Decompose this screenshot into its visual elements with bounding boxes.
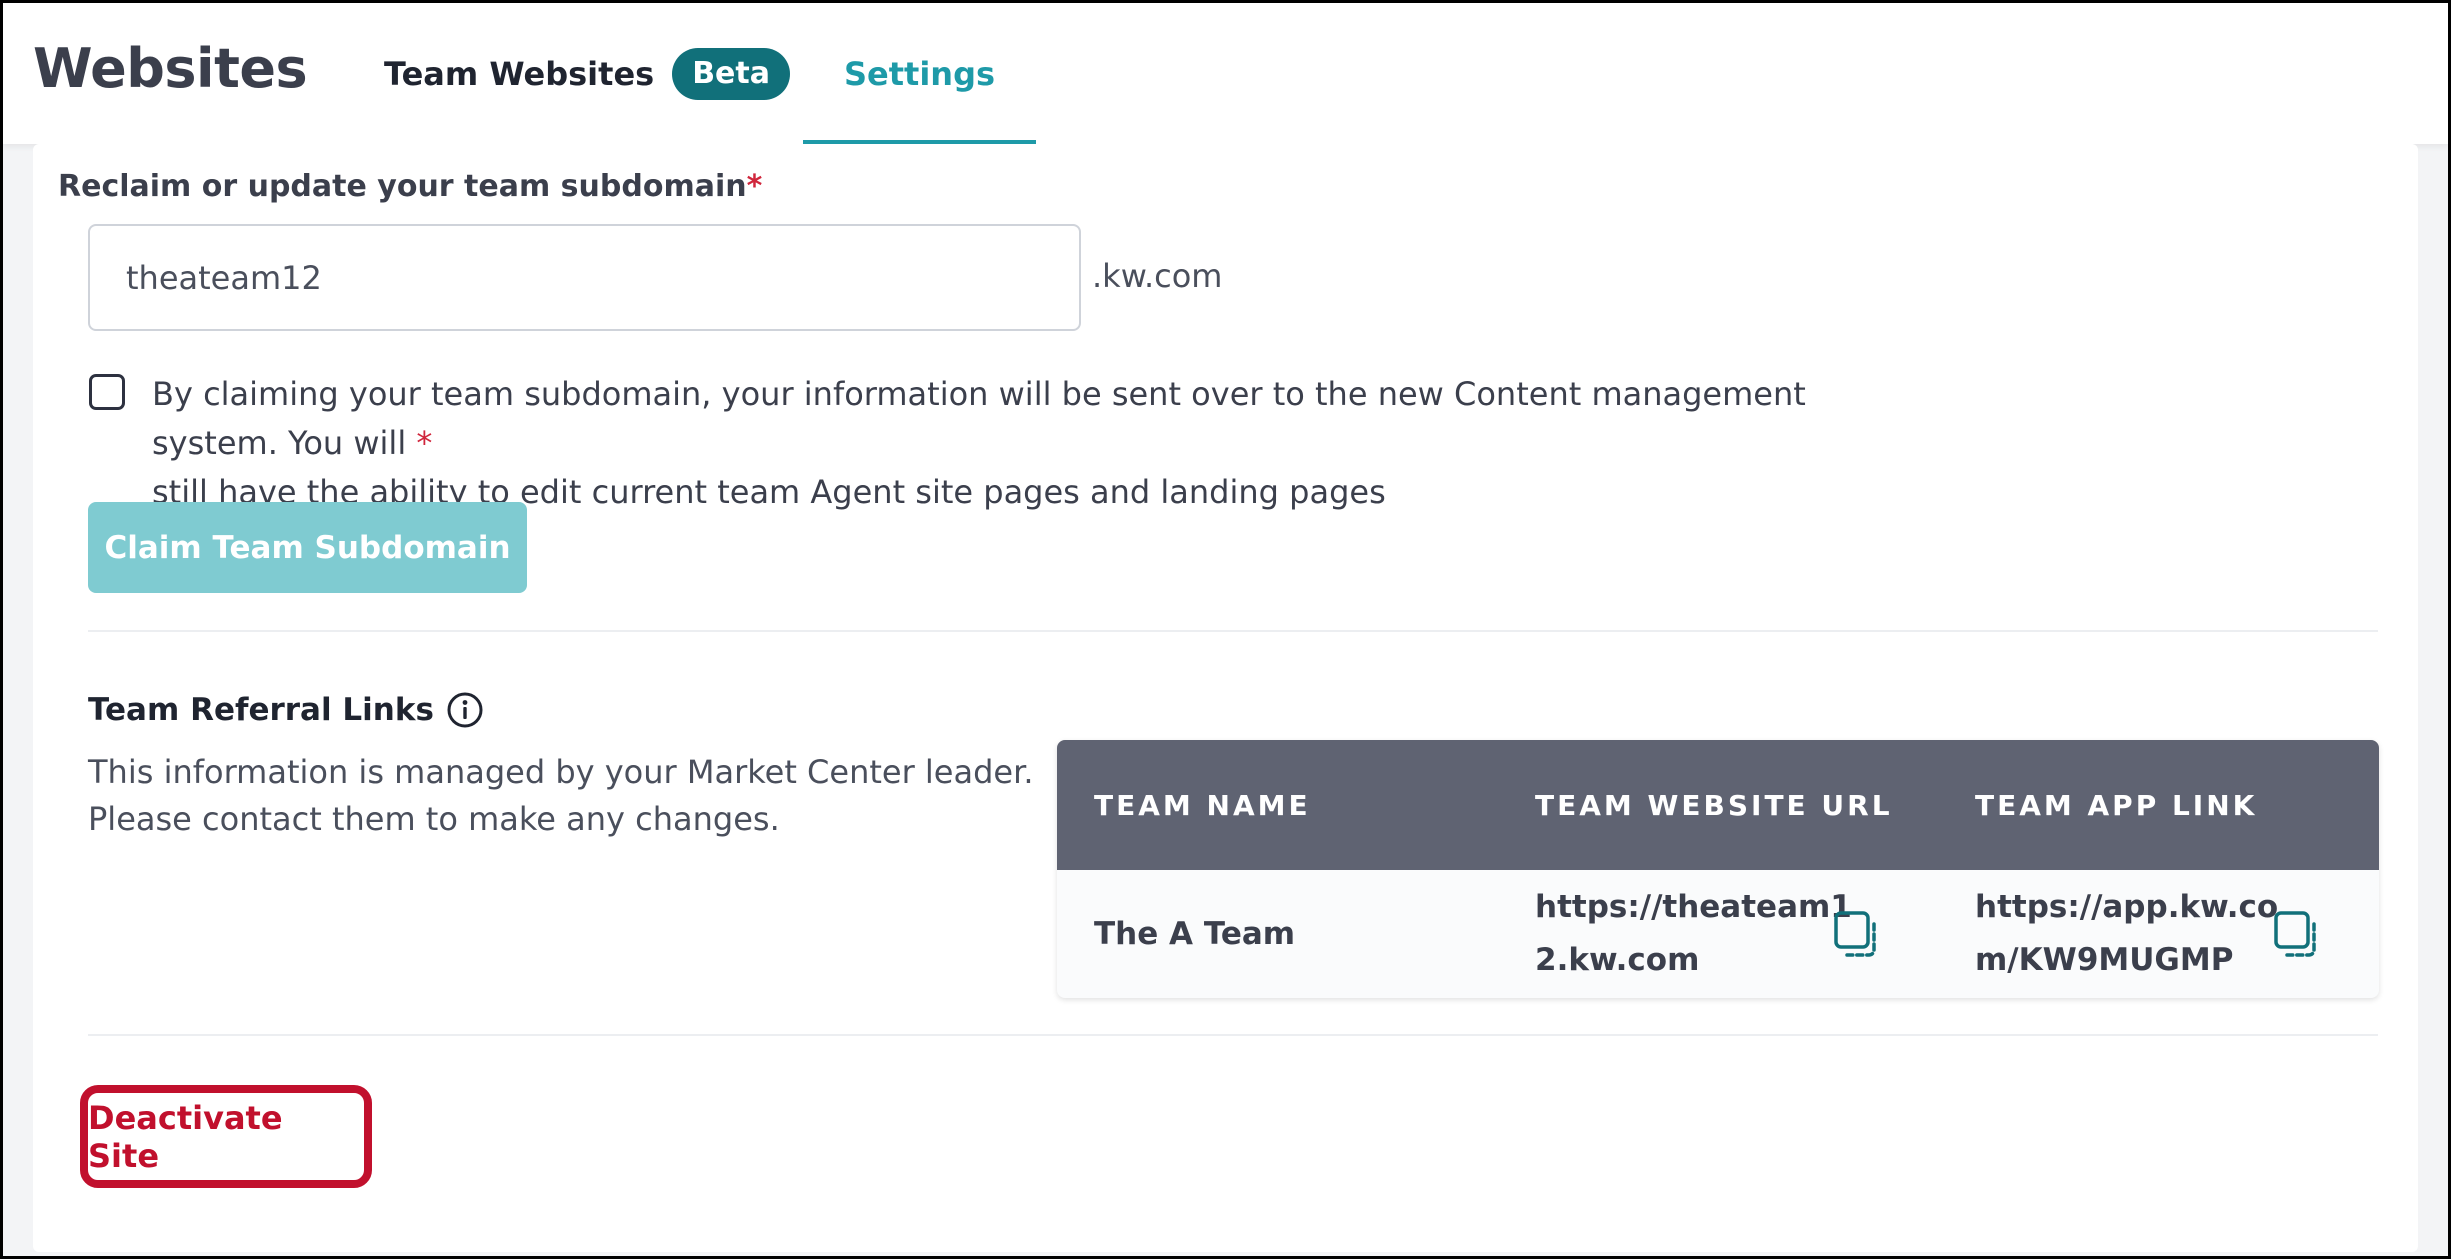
section-divider-bottom	[88, 1034, 2378, 1036]
referral-links-table: TEAM NAME TEAM WEBSITE URL TEAM APP LINK…	[1057, 740, 2379, 998]
app-link-cell: https://app.kw.co m/KW9MUGMP	[1975, 870, 2278, 998]
column-header-website-url: TEAM WEBSITE URL	[1535, 788, 1893, 822]
referral-note-line1: This information is managed by your Mark…	[88, 753, 1034, 791]
info-circle-icon[interactable]	[446, 691, 484, 729]
tab-settings-label: Settings	[843, 54, 996, 93]
subdomain-label-text: Reclaim or update your team subdomain	[58, 169, 747, 204]
section-divider	[88, 630, 2378, 632]
website-url-text: https://theateam1 2.kw.com	[1535, 881, 1852, 987]
website-url-cell: https://theateam1 2.kw.com	[1535, 870, 1852, 998]
beta-badge: Beta	[672, 47, 790, 100]
table-header-row: TEAM NAME TEAM WEBSITE URL TEAM APP LINK	[1057, 740, 2379, 870]
claim-team-subdomain-button[interactable]: Claim Team Subdomain	[88, 502, 527, 593]
consent-text: By claiming your team subdomain, your in…	[152, 370, 1932, 517]
column-header-team-name: TEAM NAME	[1094, 788, 1311, 822]
app-frame: Websites Team Websites Beta Settings Rec…	[0, 0, 2451, 1259]
app-link-line1: https://app.kw.co	[1975, 889, 2279, 925]
tab-settings[interactable]: Settings	[803, 3, 1036, 144]
consent-checkbox[interactable]	[89, 374, 125, 410]
tab-team-websites[interactable]: Team Websites Beta	[384, 3, 790, 144]
team-name-cell: The A Team	[1094, 915, 1296, 952]
deactivate-site-button[interactable]: Deactivate Site	[80, 1085, 372, 1188]
website-url-line2: 2.kw.com	[1535, 942, 1700, 978]
app-link-text: https://app.kw.co m/KW9MUGMP	[1975, 881, 2278, 987]
subdomain-input[interactable]	[88, 224, 1081, 331]
consent-text-line1: By claiming your team subdomain, your in…	[152, 375, 1806, 462]
app-title: Websites	[33, 37, 308, 100]
subdomain-suffix: .kw.com	[1092, 257, 1223, 295]
copy-app-link-icon[interactable]	[2273, 910, 2321, 958]
column-header-app-link: TEAM APP LINK	[1975, 788, 2258, 822]
required-asterisk: *	[746, 169, 763, 204]
referral-links-title: Team Referral Links	[88, 692, 434, 728]
copy-website-url-icon[interactable]	[1833, 910, 1881, 958]
consent-required-asterisk: *	[416, 424, 433, 462]
referral-links-heading: Team Referral Links	[88, 691, 484, 729]
referral-note-line2: Please contact them to make any changes.	[88, 800, 780, 838]
top-bar: Websites Team Websites Beta Settings	[3, 3, 2448, 144]
subdomain-label: Reclaim or update your team subdomain*	[58, 169, 762, 204]
referral-note: This information is managed by your Mark…	[88, 749, 1048, 843]
tab-team-websites-label: Team Websites	[384, 54, 655, 93]
website-url-line1: https://theateam1	[1535, 889, 1852, 925]
app-link-line2: m/KW9MUGMP	[1975, 942, 2234, 978]
